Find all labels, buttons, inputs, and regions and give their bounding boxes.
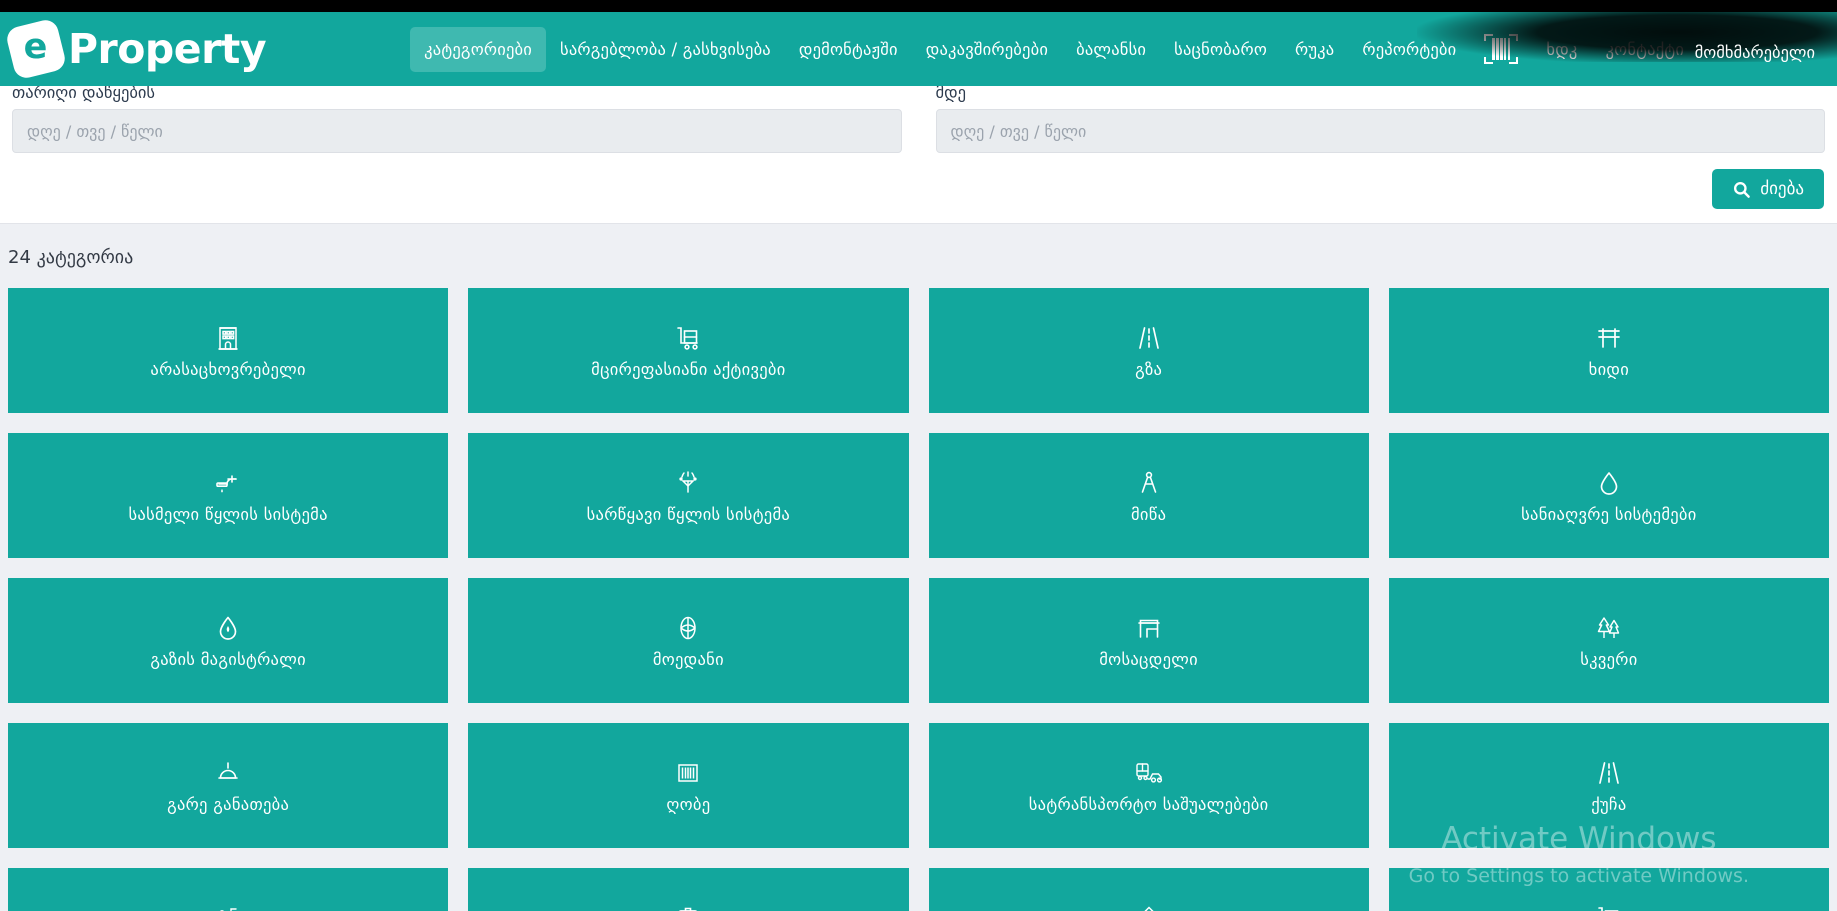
nav-barcode-scan[interactable] [1470, 28, 1532, 70]
brand-logo-letter: e [24, 30, 48, 65]
street-lamp-icon [215, 758, 241, 788]
category-card[interactable]: სხვა ნაგებობები [929, 868, 1369, 911]
category-grid: არასაცხოვრებელი მცირეფასიანი აქტივები გზ… [0, 288, 1837, 911]
trash-bin-icon [677, 903, 699, 911]
category-card[interactable]: მცირეფასიანი აქტივები [468, 288, 908, 413]
category-card[interactable]: სარწყავი წყლის სისტემა [468, 433, 908, 558]
search-icon [1732, 180, 1751, 199]
stadium-icon [675, 613, 701, 643]
category-label: სარწყავი წყლის სისტემა [579, 505, 798, 524]
compass-icon [1136, 468, 1162, 498]
brand-mark-icon: e [4, 17, 67, 80]
trolley-icon [675, 323, 701, 353]
nav-balance[interactable]: ბალანსი [1062, 27, 1160, 72]
embankment-icon [214, 903, 242, 911]
user-role-label: მომხმარებელი [1695, 43, 1815, 62]
nav-hdk[interactable]: ხდკ [1532, 27, 1591, 72]
category-count: 24 კატეგორია [8, 247, 133, 268]
category-card[interactable]: გარე განათება [8, 723, 448, 848]
faucet-icon [215, 468, 241, 498]
category-label: გაზის მაგისტრალი [142, 650, 314, 669]
nav-map[interactable]: რუკა [1281, 27, 1348, 72]
category-label: არასაცხოვრებელი [142, 360, 313, 379]
category-card[interactable]: სხვა მანქანა-დანადგარები და მოწყობილობებ… [1389, 868, 1829, 911]
water-drop-icon [1598, 468, 1620, 498]
category-label: გარე განათება [159, 795, 297, 814]
category-card[interactable]: მიწა [929, 433, 1369, 558]
nav-usage-alienation[interactable]: სარგებლობა / გასხვისება [546, 27, 785, 72]
main-navbar: e Property კატეგორიები სარგებლობა / გასხ… [0, 12, 1837, 86]
category-label: ხიდი [1581, 360, 1637, 379]
brand-name: Property [68, 29, 266, 70]
category-label: სკვერი [1572, 650, 1645, 669]
trees-icon [1595, 613, 1623, 643]
category-card[interactable]: მოსაცდელი [929, 578, 1369, 703]
date-from-input[interactable] [12, 109, 902, 153]
category-label: ღობე [658, 795, 718, 814]
bus-shelter-icon [1136, 613, 1162, 643]
category-card[interactable]: სატრანსპორტო საშუალებები [929, 723, 1369, 848]
category-label: სატრანსპორტო საშუალებები [1021, 795, 1277, 814]
search-button-label: ძიება [1760, 179, 1804, 199]
category-card[interactable]: ქუჩა [1389, 723, 1829, 848]
brand-logo[interactable]: e Property [10, 12, 266, 86]
category-card[interactable]: გზა [929, 288, 1369, 413]
category-card[interactable]: სანიაღვრე სისტემები [1389, 433, 1829, 558]
flame-icon [217, 613, 239, 643]
date-to-label: მდე [936, 83, 1826, 103]
search-filter-panel: თარიღი დაწყების მდე ძიება [0, 79, 1837, 224]
search-button[interactable]: ძიება [1712, 169, 1824, 209]
category-card[interactable]: ხიდი [1389, 288, 1829, 413]
category-label: ქუჩა [1583, 795, 1634, 814]
date-filter-row: თარიღი დაწყების მდე [12, 79, 1825, 153]
monument-icon [1136, 903, 1162, 911]
app-page: e Property კატეგორიები სარგებლობა / გასხ… [0, 0, 1837, 911]
category-label: მცირეფასიანი აქტივები [583, 360, 793, 379]
user-name [1715, 20, 1794, 39]
date-from-field: თარიღი დაწყების [12, 83, 902, 153]
category-label: მიწა [1123, 505, 1174, 524]
road-icon [1136, 323, 1162, 353]
vehicles-icon [1134, 758, 1164, 788]
nav-connections[interactable]: დაკავშირებები [912, 27, 1062, 72]
nav-items: კატეგორიები სარგებლობა / გასხვისება დემო… [410, 12, 1698, 86]
fence-icon [675, 758, 701, 788]
date-to-field: მდე [936, 83, 1826, 153]
category-card[interactable]: გაზის მაგისტრალი [8, 578, 448, 703]
category-card[interactable]: სასმელი წყლის სისტემა [8, 433, 448, 558]
nav-demolition[interactable]: დემონტაჟში [785, 27, 912, 72]
date-to-input[interactable] [936, 109, 1826, 153]
category-card[interactable]: მოედანი [468, 578, 908, 703]
top-black-strip [0, 0, 1837, 12]
date-from-label: თარიღი დაწყების [12, 83, 902, 103]
search-panel-actions: ძიება [12, 169, 1825, 209]
category-card[interactable]: სკვერი [1389, 578, 1829, 703]
trolley-icon [1596, 903, 1622, 911]
sprinkler-icon [675, 468, 701, 498]
category-card[interactable]: არასაცხოვრებელი [8, 288, 448, 413]
nav-categories[interactable]: კატეგორიები [410, 27, 546, 72]
category-label: სანიაღვრე სისტემები [1513, 505, 1704, 524]
nav-reports[interactable]: რეპორტები [1348, 27, 1470, 72]
road-icon [1596, 758, 1622, 788]
category-label: მოედანი [645, 650, 732, 669]
bridge-icon [1596, 323, 1622, 353]
category-card[interactable]: ურნა [468, 868, 908, 911]
nav-reference[interactable]: საცნობარო [1160, 27, 1281, 72]
category-card[interactable]: ღობე [468, 723, 908, 848]
category-label: გზა [1127, 360, 1170, 379]
barcode-scan-icon [1484, 34, 1518, 64]
category-label: სასმელი წყლის სისტემა [120, 505, 335, 524]
category-card[interactable]: ნაპირსამაგრი [8, 868, 448, 911]
user-menu[interactable]: მომხმარებელი [1681, 16, 1829, 66]
building-icon [216, 323, 240, 353]
category-label: მოსაცდელი [1091, 650, 1206, 669]
